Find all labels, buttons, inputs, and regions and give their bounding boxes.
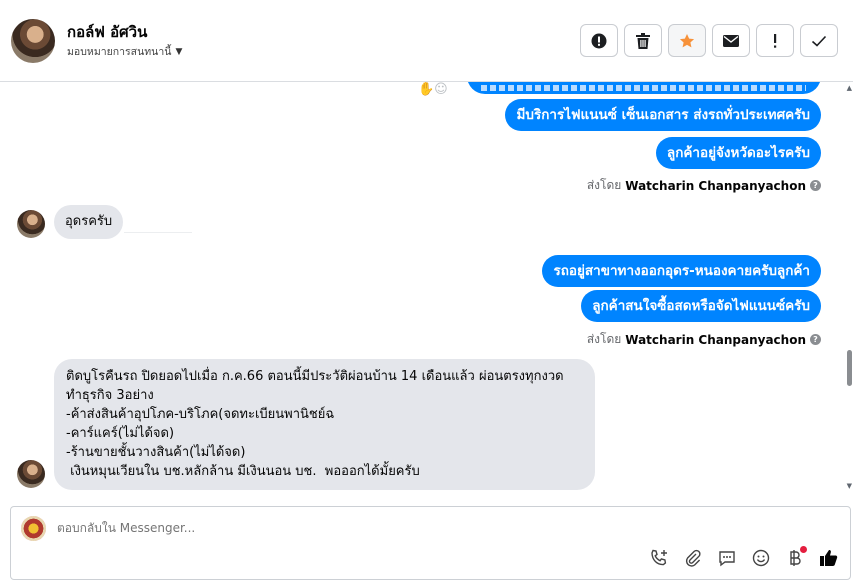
- notification-dot: [800, 546, 807, 553]
- assign-conversation-dropdown[interactable]: มอบหมายการสนทนานี้ ▼: [67, 43, 182, 60]
- sent-by-prefix: ส่งโดย: [586, 178, 622, 192]
- message-bubble-outgoing-partial: [467, 82, 821, 94]
- help-icon[interactable]: ?: [810, 334, 821, 345]
- message-bubble-outgoing: รถอยู่สาขาทางออกอุดร-หนองคายครับลูกค้า: [542, 255, 821, 287]
- message-line: ติดบูโรคืนรถ ปิดยอดไปเมื่อ ก.ค.66 ตอนนี้…: [66, 369, 564, 384]
- like-button[interactable]: [818, 547, 840, 569]
- paperclip-icon: [685, 549, 701, 567]
- emoji-button[interactable]: [750, 547, 772, 569]
- sent-by-agent: Watcharin Chanpanyachon: [625, 178, 806, 193]
- scrollbar-thumb[interactable]: [847, 350, 852, 386]
- mark-spam-button[interactable]: [580, 24, 618, 57]
- sent-by-prefix: ส่งโดย: [586, 332, 622, 346]
- star-icon: [679, 33, 695, 47]
- contact-avatar[interactable]: [11, 19, 55, 63]
- message-bubble-outgoing: ลูกค้าสนใจซื้อสดหรือจัดไฟแนนซ์ครับ: [581, 290, 821, 322]
- reply-input[interactable]: [57, 521, 657, 535]
- assign-label: มอบหมายการสนทนานี้: [67, 46, 172, 58]
- checkmark-icon: [811, 35, 827, 47]
- attach-button[interactable]: [682, 547, 704, 569]
- sent-by-label: ส่งโดย Watcharin Chanpanyachon ?: [587, 176, 821, 195]
- message-bubble-outgoing: ลูกค้าอยู่จังหวัดอะไรครับ: [655, 137, 821, 169]
- thumbs-up-icon: [820, 550, 838, 566]
- smiley-icon: [752, 549, 770, 567]
- call-button[interactable]: [648, 547, 670, 569]
- message-line: -ร้านขายชั้นวางสินค้า(ไม่ได้จด): [66, 445, 246, 460]
- delete-button[interactable]: [624, 24, 662, 57]
- reaction-icon[interactable]: ✋☺: [418, 82, 448, 97]
- message-thread: ✋☺ มีบริการไฟแนนซ์ เซ็นเอกสาร ส่งรถทั่วป…: [0, 82, 853, 492]
- chat-bubble-icon: [719, 551, 735, 567]
- message-line: -ค้าส่งสินค้าอุปโภค-บริโภค(จดทะเบียนพานิ…: [66, 407, 335, 422]
- composer-toolbar: [648, 546, 840, 569]
- contact-avatar-small: [17, 210, 45, 238]
- trash-icon: [636, 32, 650, 49]
- reply-composer: [10, 506, 851, 580]
- contact-avatar-small: [17, 460, 45, 488]
- conversation-header: กอล์ฟ อัศวิน มอบหมายการสนทนานี้ ▼: [0, 0, 853, 82]
- message-bubble-incoming: อุดรครับ: [54, 205, 124, 239]
- contact-name[interactable]: กอล์ฟ อัศวิน: [67, 20, 147, 44]
- saved-replies-button[interactable]: [716, 547, 738, 569]
- message-line: ทำธุรกิจ 3อย่าง: [66, 388, 154, 403]
- message-line: -คาร์แคร์(ไม่ได้จด): [66, 426, 175, 441]
- follow-up-button[interactable]: [756, 24, 794, 57]
- payment-button[interactable]: [784, 546, 807, 569]
- divider: [124, 232, 192, 233]
- phone-plus-icon: [651, 549, 667, 566]
- mark-unread-button[interactable]: [712, 24, 750, 57]
- conversation-actions: [580, 24, 838, 57]
- mark-done-button[interactable]: [800, 24, 838, 57]
- star-button[interactable]: [668, 24, 706, 57]
- caret-down-icon: ▼: [175, 46, 183, 57]
- exclamation-icon: [774, 33, 777, 48]
- message-bubble-incoming: ติดบูโรคืนรถ ปิดยอดไปเมื่อ ก.ค.66 ตอนนี้…: [54, 359, 595, 490]
- message-line: เงินหมุนเวียนใน บช.หลักล้าน มีเงินนอน บช…: [66, 464, 420, 479]
- scroll-down-arrow-icon[interactable]: ▼: [847, 482, 852, 490]
- envelope-icon: [723, 34, 739, 47]
- page-avatar: [21, 516, 46, 541]
- alert-circle-icon: [591, 33, 607, 48]
- message-bubble-outgoing: มีบริการไฟแนนซ์ เซ็นเอกสาร ส่งรถทั่วประเ…: [505, 99, 821, 131]
- sent-by-agent: Watcharin Chanpanyachon: [625, 332, 806, 347]
- sent-by-label: ส่งโดย Watcharin Chanpanyachon ?: [587, 330, 821, 349]
- thread-scrollbar[interactable]: ▲ ▼: [845, 82, 853, 492]
- help-icon[interactable]: ?: [810, 180, 821, 191]
- scroll-up-arrow-icon[interactable]: ▲: [847, 84, 852, 92]
